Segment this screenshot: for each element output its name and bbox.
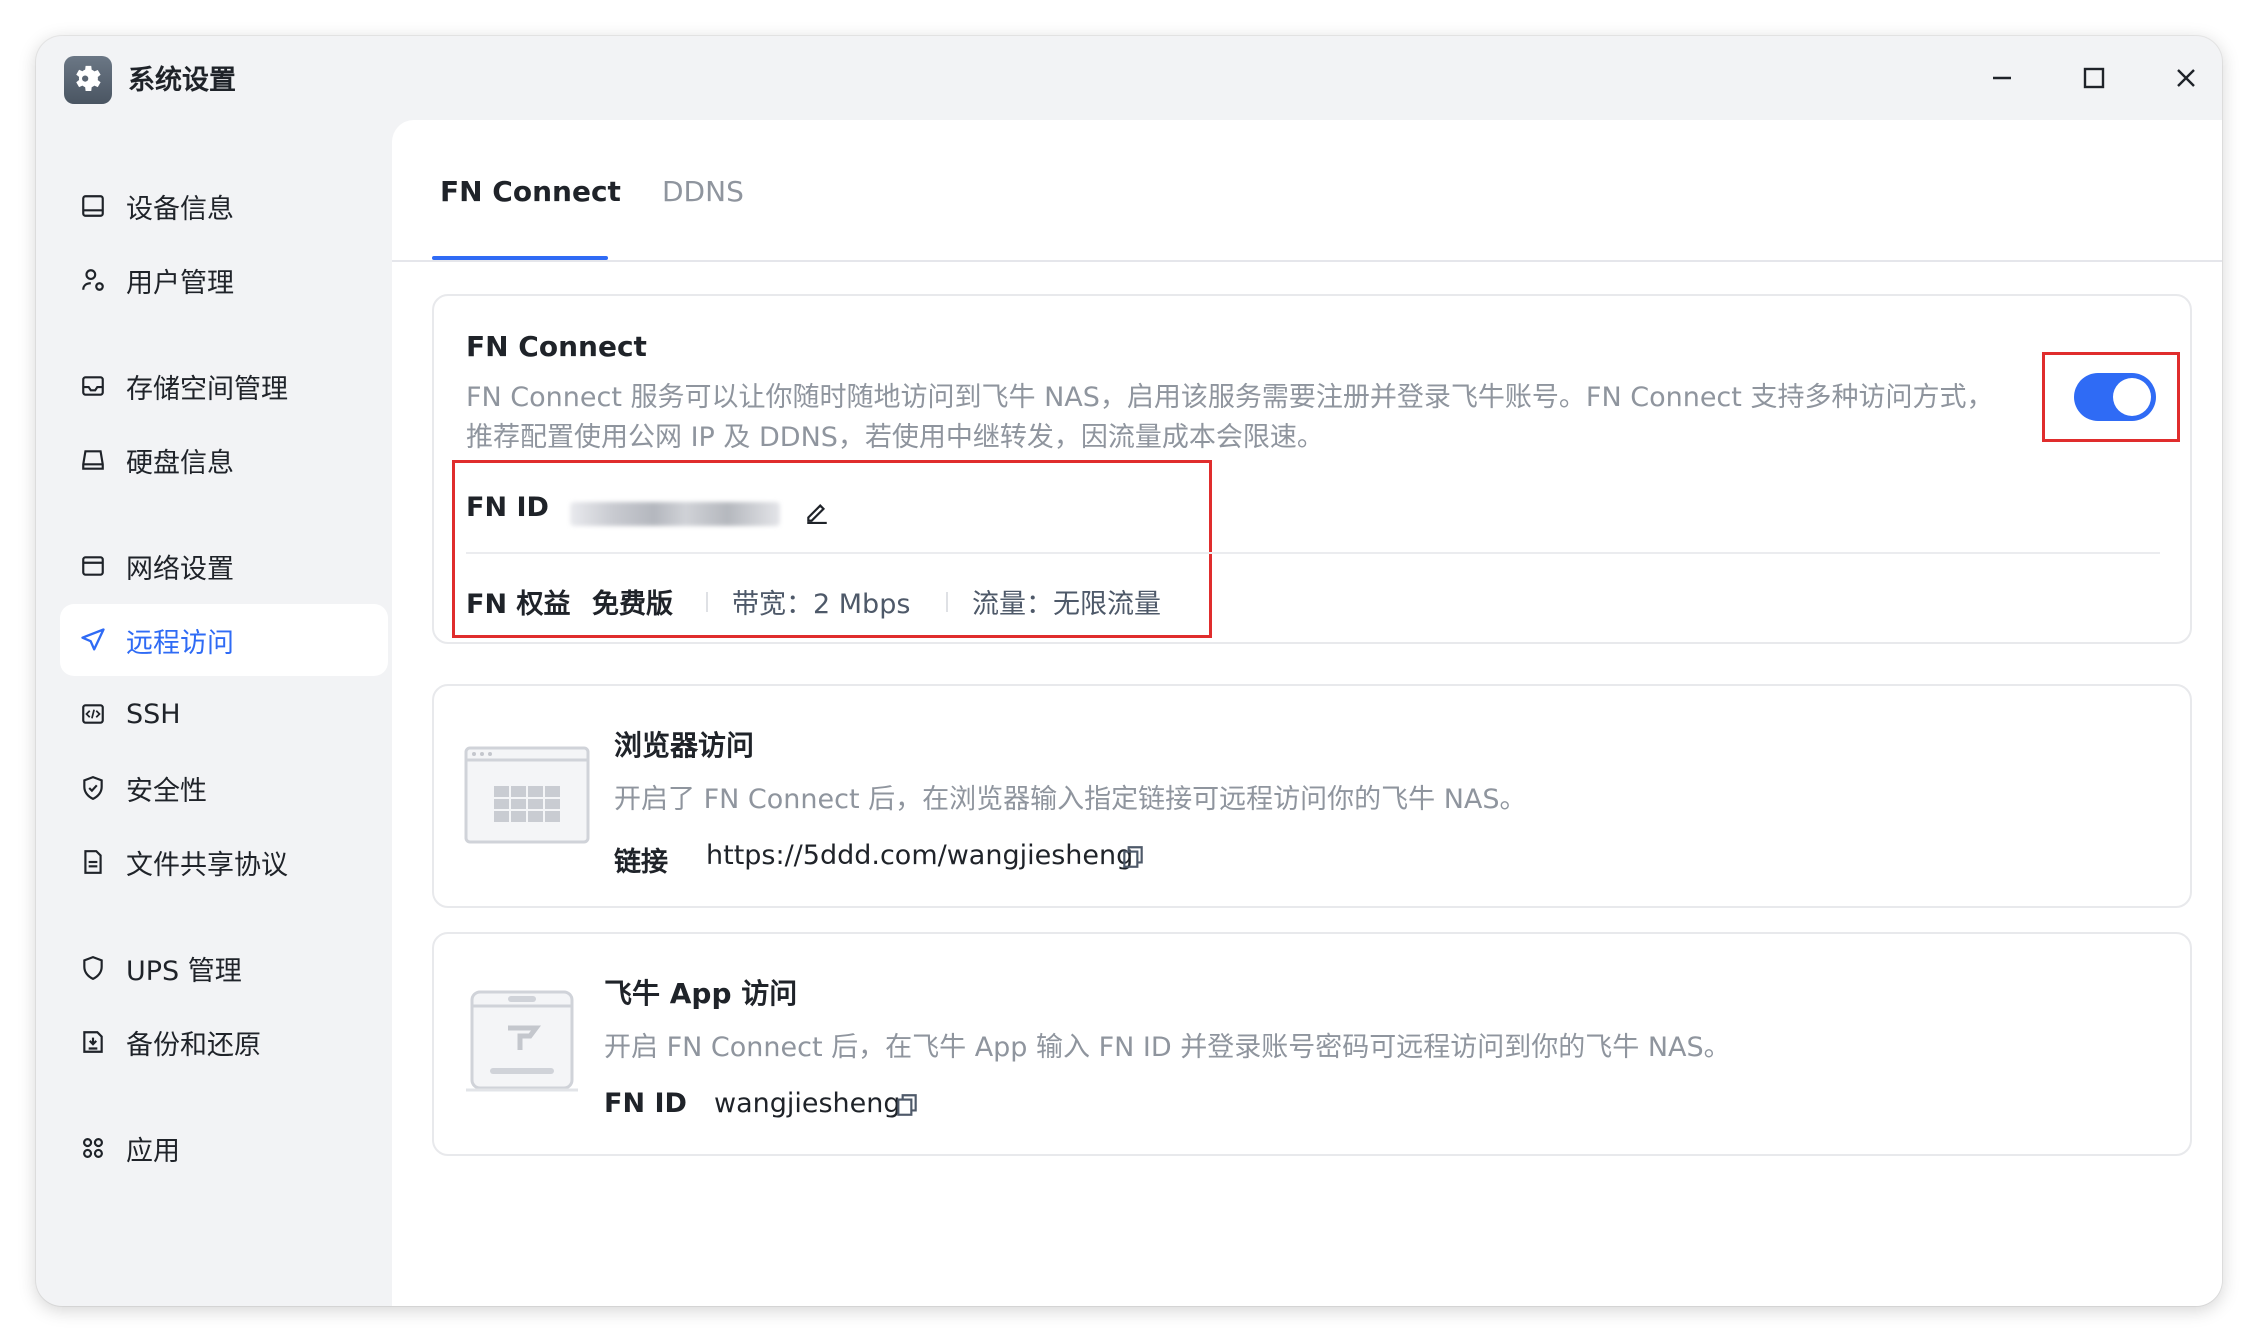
sidebar-item-label: 备份和还原 (126, 1029, 261, 1061)
sidebar-item-network[interactable]: 网络设置 (60, 530, 388, 602)
separator (946, 592, 948, 612)
copy-icon[interactable] (1118, 842, 1148, 872)
sidebar-item-label: SSH (126, 698, 181, 730)
fn-connect-toggle[interactable] (2074, 373, 2156, 421)
description-line-2: 推荐配置使用公网 IP 及 DDNS，若使用中继转发，因流量成本会限速。 (466, 422, 1324, 453)
title-bar: 系统设置 (36, 36, 2222, 120)
link-label: 链接 (614, 847, 668, 878)
sidebar-item-storage[interactable]: 存储空间管理 (60, 350, 388, 422)
sidebar-item-user-management[interactable]: 用户管理 (60, 244, 388, 316)
sidebar-item-label: 网络设置 (126, 553, 234, 585)
app-access-description: 开启 FN Connect 后，在飞牛 App 输入 FN ID 并登录账号密码… (604, 1032, 1731, 1063)
sidebar-item-label: 远程访问 (126, 627, 234, 659)
access-link[interactable]: https://5ddd.com/wangjiesheng (706, 840, 1133, 871)
sidebar-item-disk-info[interactable]: 硬盘信息 (60, 424, 388, 496)
settings-window: 系统设置 设备信息 用户管理 存储空间管理 硬盘信息 网络设置 远程访问 SSH… (36, 36, 2222, 1306)
toggle-knob (2113, 378, 2151, 416)
browser-access-card: 浏览器访问 开启了 FN Connect 后，在浏览器输入指定链接可远程访问你的… (432, 684, 2192, 908)
sidebar-item-label: 硬盘信息 (126, 447, 234, 479)
app-illustration (464, 990, 580, 1098)
sidebar-item-label: 应用 (126, 1135, 180, 1167)
sidebar-item-label: 存储空间管理 (126, 373, 288, 405)
fn-id-value-blurred (570, 502, 780, 526)
sidebar-item-backup[interactable]: 备份和还原 (60, 1006, 388, 1078)
backup-icon (78, 1027, 108, 1057)
toggle-highlight (2042, 352, 2180, 442)
fn-connect-card: FN Connect FN Connect 服务可以让你随时随地访问到飞牛 NA… (432, 294, 2192, 644)
bandwidth-value: 带宽：2 Mbps (732, 589, 911, 620)
app-access-title: 飞牛 App 访问 (604, 977, 798, 1010)
file-icon (78, 847, 108, 877)
description-line-1: FN Connect 服务可以让你随时随地访问到飞牛 NAS，启用该服务需要注册… (466, 382, 1994, 413)
close-icon (2177, 69, 2195, 87)
sidebar-item-security[interactable]: 安全性 (60, 752, 388, 824)
separator (706, 592, 708, 612)
apps-icon (78, 1133, 108, 1163)
sidebar-item-remote-access[interactable]: 远程访问 (60, 604, 388, 676)
browser-illustration (464, 746, 590, 850)
sidebar-item-device-info[interactable]: 设备信息 (60, 170, 388, 242)
sidebar-item-label: 设备信息 (126, 193, 234, 225)
network-icon (78, 551, 108, 581)
card-divider (466, 552, 2160, 554)
tab-bar: FN Connect DDNS (392, 120, 2222, 262)
sidebar-item-label: 安全性 (126, 775, 207, 807)
sidebar-item-label: 文件共享协议 (126, 849, 288, 881)
app-fn-id-label: FN ID (604, 1088, 687, 1119)
code-icon (78, 699, 108, 729)
app-fn-id-value: wangjiesheng (714, 1088, 901, 1119)
sidebar-item-label: UPS 管理 (126, 955, 242, 987)
close-button[interactable] (2162, 56, 2210, 100)
tab-fn-connect[interactable]: FN Connect (440, 120, 621, 262)
minimize-icon (1993, 76, 2011, 80)
sidebar-item-file-sharing[interactable]: 文件共享协议 (60, 826, 388, 898)
sidebar-item-ups[interactable]: UPS 管理 (60, 932, 388, 1004)
fn-connect-title: FN Connect (466, 330, 647, 363)
maximize-icon (2083, 67, 2105, 89)
browser-access-description: 开启了 FN Connect 后，在浏览器输入指定链接可远程访问你的飞牛 NAS… (614, 784, 1527, 815)
active-tab-indicator (432, 256, 608, 260)
fn-id-label: FN ID (466, 492, 549, 523)
browser-access-title: 浏览器访问 (614, 729, 755, 762)
traffic-value: 流量：无限流量 (972, 589, 1161, 620)
app-access-card: 飞牛 App 访问 开启 FN Connect 后，在飞牛 App 输入 FN … (432, 932, 2192, 1156)
disk-icon (78, 445, 108, 475)
main-panel: FN Connect DDNS FN Connect FN Connect 服务… (392, 120, 2222, 1306)
shield-icon (78, 953, 108, 983)
window-title: 系统设置 (128, 65, 236, 96)
edit-icon[interactable] (802, 496, 832, 526)
sidebar-item-label: 用户管理 (126, 267, 234, 299)
plan-value: 免费版 (592, 589, 673, 620)
fn-rights-label: FN 权益 (466, 589, 571, 620)
device-icon (78, 191, 108, 221)
sidebar-item-ssh[interactable]: SSH (60, 678, 388, 750)
storage-icon (78, 371, 108, 401)
maximize-button[interactable] (2070, 56, 2118, 100)
user-icon (78, 265, 108, 295)
shield-check-icon (78, 773, 108, 803)
gear-icon (64, 56, 112, 104)
tab-ddns[interactable]: DDNS (662, 120, 744, 262)
send-icon (78, 625, 108, 655)
copy-icon[interactable] (892, 1090, 922, 1120)
sidebar-item-apps[interactable]: 应用 (60, 1112, 388, 1184)
fn-connect-description: FN Connect 服务可以让你随时随地访问到飞牛 NAS，启用该服务需要注册… (466, 378, 2046, 458)
minimize-button[interactable] (1978, 56, 2026, 100)
